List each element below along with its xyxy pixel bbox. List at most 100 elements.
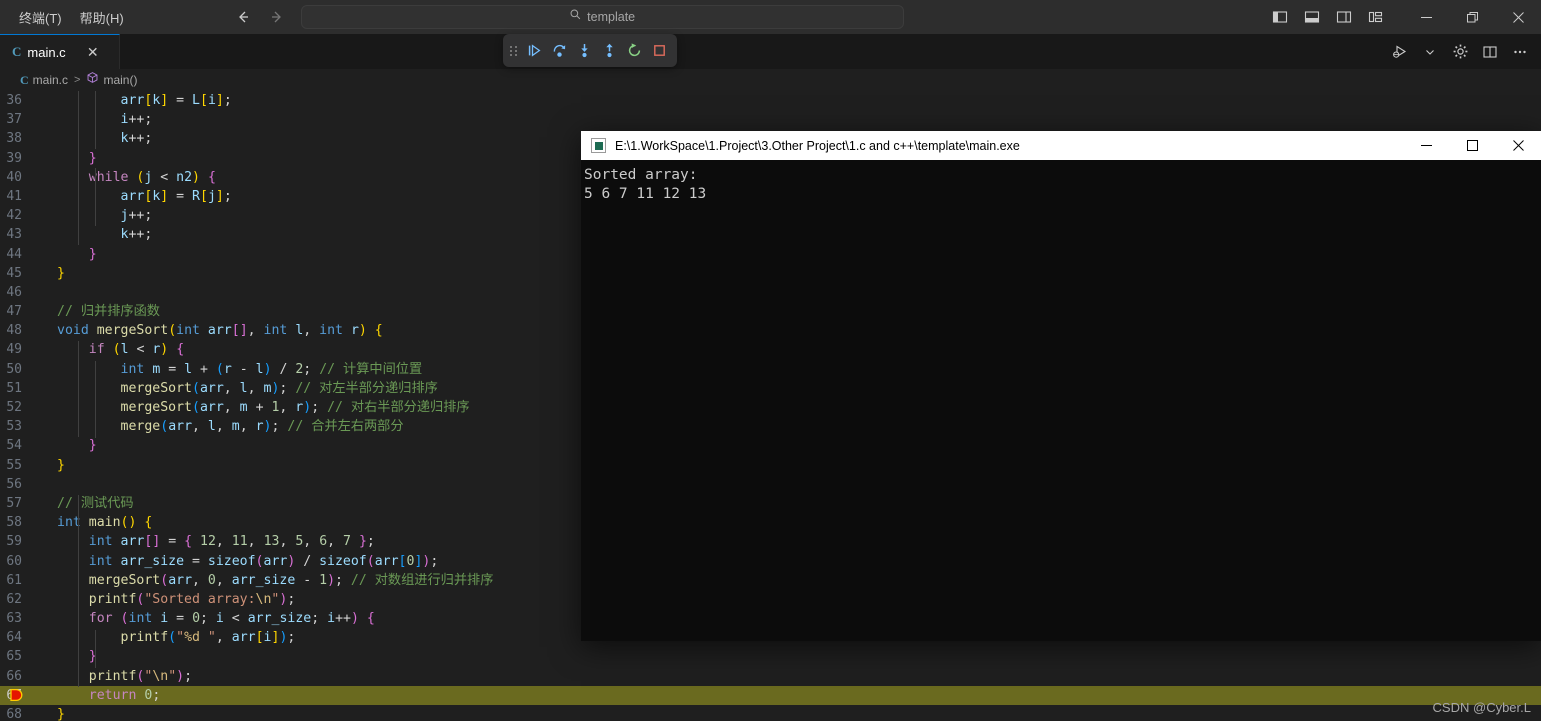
toggle-panel-icon[interactable] [1301,6,1323,28]
line-content: void mergeSort(int arr[], int l, int r) … [57,323,383,339]
code-line[interactable]: 36 arr[k] = L[i]; [0,91,1541,110]
breadcrumb-file[interactable]: main.c [33,73,68,87]
console-title-bar[interactable]: E:\1.WorkSpace\1.Project\3.Other Project… [581,131,1541,160]
line-content: // 归并排序函数 [57,304,160,320]
line-number: 62 [6,591,22,607]
debug-toolbar[interactable] [503,34,677,67]
search-input-value: template [587,10,636,24]
settings-gear-icon[interactable] [1447,39,1473,65]
line-content: } [88,150,97,166]
indent-guide [95,168,96,226]
title-bar: 终端(T) 帮助(H) template [0,0,1541,34]
chevron-down-icon[interactable] [1417,39,1443,65]
console-output-line: 5 6 7 11 12 13 [584,186,707,202]
line-content: mergeSort(arr, l, m); // 对左半部分递归排序 [120,380,438,396]
line-number: 49 [6,342,22,358]
line-content: arr[k] = R[j]; [120,188,232,204]
search-icon [569,8,582,26]
toggle-primary-sidebar-icon[interactable] [1269,6,1291,28]
run-and-debug-icon[interactable] [1387,39,1413,65]
breakpoint-current-line-icon[interactable] [8,686,24,705]
menu-item-help[interactable]: 帮助(H) [71,4,133,31]
code-line[interactable]: 66 printf("\n"); [0,667,1541,686]
line-content: mergeSort(arr, 0, arr_size - 1); // 对数组进… [88,572,494,588]
console-window-controls [1403,131,1541,160]
console-minimize-button[interactable] [1403,131,1449,160]
line-content: return 0; [88,687,161,703]
line-number: 44 [6,246,22,262]
line-content: j++; [120,208,153,224]
window-minimize-button[interactable] [1403,0,1449,34]
customize-layout-icon[interactable] [1365,6,1387,28]
debug-step-over-button[interactable] [549,39,571,62]
back-arrow-icon[interactable] [233,7,253,27]
line-number: 42 [6,208,22,224]
indent-guide [95,630,96,668]
line-content: int main() { [57,515,153,531]
code-line[interactable]: 37 i++; [0,110,1541,129]
vscode-window: 终端(T) 帮助(H) template C main.c ✕ C main.c… [0,0,1541,721]
split-editor-icon[interactable] [1477,39,1503,65]
forward-arrow-icon[interactable] [267,7,287,27]
debug-stop-button[interactable] [649,39,671,62]
tab-main-c[interactable]: C main.c ✕ [0,34,120,69]
line-number: 60 [6,553,22,569]
code-line[interactable]: 67 return 0; [0,685,1541,705]
line-number: 57 [6,495,22,511]
code-line[interactable]: 68} [0,705,1541,721]
line-number: 46 [6,284,22,300]
menu-bar: 终端(T) 帮助(H) [0,0,133,34]
line-content: for (int i = 0; i < arr_size; i++) { [88,611,375,627]
line-number: 45 [6,265,22,281]
window-close-button[interactable] [1495,0,1541,34]
line-content: } [57,457,65,473]
console-maximize-button[interactable] [1449,131,1495,160]
line-content: printf("%d ", arr[i]); [120,630,296,646]
debug-continue-button[interactable] [524,39,546,62]
line-number: 47 [6,304,22,320]
line-number: 55 [6,457,22,473]
command-center[interactable]: template [300,5,904,29]
c-file-icon: C [12,44,22,59]
line-number: 41 [6,188,22,204]
menu-item-terminal[interactable]: 终端(T) [10,4,71,31]
line-content [44,283,57,302]
editor-tab-bar: C main.c ✕ [0,34,1541,69]
symbol-icon [86,71,99,89]
console-title-text: E:\1.WorkSpace\1.Project\3.Other Project… [615,138,1020,153]
more-actions-icon[interactable] [1507,39,1533,65]
toggle-secondary-sidebar-icon[interactable] [1333,6,1355,28]
line-content: } [88,246,97,262]
window-restore-button[interactable] [1449,0,1495,34]
tab-label: main.c [27,44,66,60]
line-content: // 测试代码 [57,495,134,511]
code-line[interactable]: 65 } [0,647,1541,666]
search-box[interactable]: template [300,5,904,29]
console-window[interactable]: E:\1.WorkSpace\1.Project\3.Other Project… [581,131,1541,641]
line-content: printf("\n"); [88,668,193,684]
tab-close-icon[interactable]: ✕ [84,43,102,61]
debug-restart-button[interactable] [624,39,646,62]
line-number: 68 [6,707,22,721]
line-content: mergeSort(arr, m + 1, r); // 对右半部分递归排序 [120,400,470,415]
line-number: 40 [6,169,22,185]
line-number: 53 [6,419,22,435]
line-content: int m = l + (r - l) / 2; // 计算中间位置 [120,361,423,377]
debug-step-out-button[interactable] [599,39,621,62]
console-close-button[interactable] [1495,131,1541,160]
line-content: } [88,649,97,665]
breadcrumb-separator: > [74,74,81,86]
debug-step-into-button[interactable] [574,39,596,62]
indent-guide [78,91,79,245]
breadcrumb-c-icon: C [20,72,29,87]
line-number: 54 [6,438,22,454]
line-number: 63 [6,611,22,627]
line-content: while (j < n2) { [88,169,216,185]
line-number: 39 [6,150,22,166]
drag-handle-icon[interactable] [509,41,519,61]
breadcrumb-symbol[interactable]: main() [103,73,137,87]
line-content: arr[k] = L[i]; [120,93,232,108]
line-content: } [57,707,65,721]
line-number: 38 [6,131,22,147]
line-content: i++; [120,112,153,128]
